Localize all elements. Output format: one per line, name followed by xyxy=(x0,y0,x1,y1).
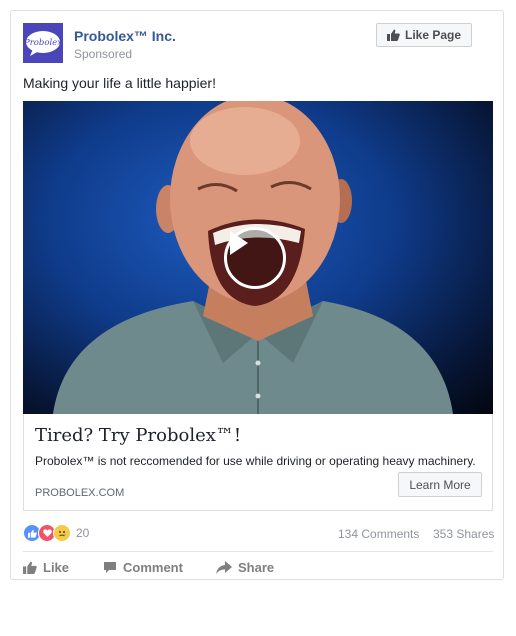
share-action-button[interactable]: Share xyxy=(216,560,274,575)
link-preview[interactable]: Tired? Try Probolex™! Probolex™ is not r… xyxy=(23,414,493,511)
like-page-button[interactable]: Like Page xyxy=(376,23,472,47)
like-action-button[interactable]: Like xyxy=(23,560,69,575)
thumbs-up-icon xyxy=(23,561,37,574)
share-arrow-icon xyxy=(216,561,232,574)
sad-reaction-icon xyxy=(53,524,71,542)
reaction-count: 20 xyxy=(76,526,90,540)
comment-icon xyxy=(104,562,116,573)
link-domain: PROBOLEX.COM xyxy=(35,487,125,499)
link-description: Probolex™ is not reccomended for use whi… xyxy=(35,454,476,468)
comments-count[interactable]: 134 Comments xyxy=(338,527,419,541)
shares-count[interactable]: 353 Shares xyxy=(433,527,494,541)
action-divider xyxy=(23,551,493,552)
thumbs-up-icon xyxy=(386,29,400,41)
sponsored-post-card: Probolex Probolex™ Inc. Sponsored Like P… xyxy=(10,10,504,580)
learn-more-button[interactable]: Learn More xyxy=(398,472,482,497)
reactions-summary[interactable]: 20 xyxy=(23,524,89,542)
share-action-label: Share xyxy=(238,560,275,575)
avatar-logo-text: Probolex xyxy=(23,38,62,48)
link-title[interactable]: Tired? Try Probolex™! xyxy=(35,425,241,446)
comment-action-label: Comment xyxy=(123,560,183,575)
play-button[interactable] xyxy=(224,227,286,289)
comment-action-button[interactable]: Comment xyxy=(103,560,183,575)
page-name-link[interactable]: Probolex™ Inc. xyxy=(74,28,176,44)
sponsored-label[interactable]: Sponsored xyxy=(74,47,132,61)
like-action-label: Like xyxy=(43,560,70,575)
video-thumbnail[interactable] xyxy=(23,101,493,414)
page-avatar[interactable]: Probolex xyxy=(23,23,63,63)
post-caption: Making your life a little happier! xyxy=(23,75,216,91)
probolex-logo-icon: Probolex xyxy=(23,31,62,56)
like-page-label: Like Page xyxy=(404,28,462,42)
play-icon xyxy=(230,231,248,255)
